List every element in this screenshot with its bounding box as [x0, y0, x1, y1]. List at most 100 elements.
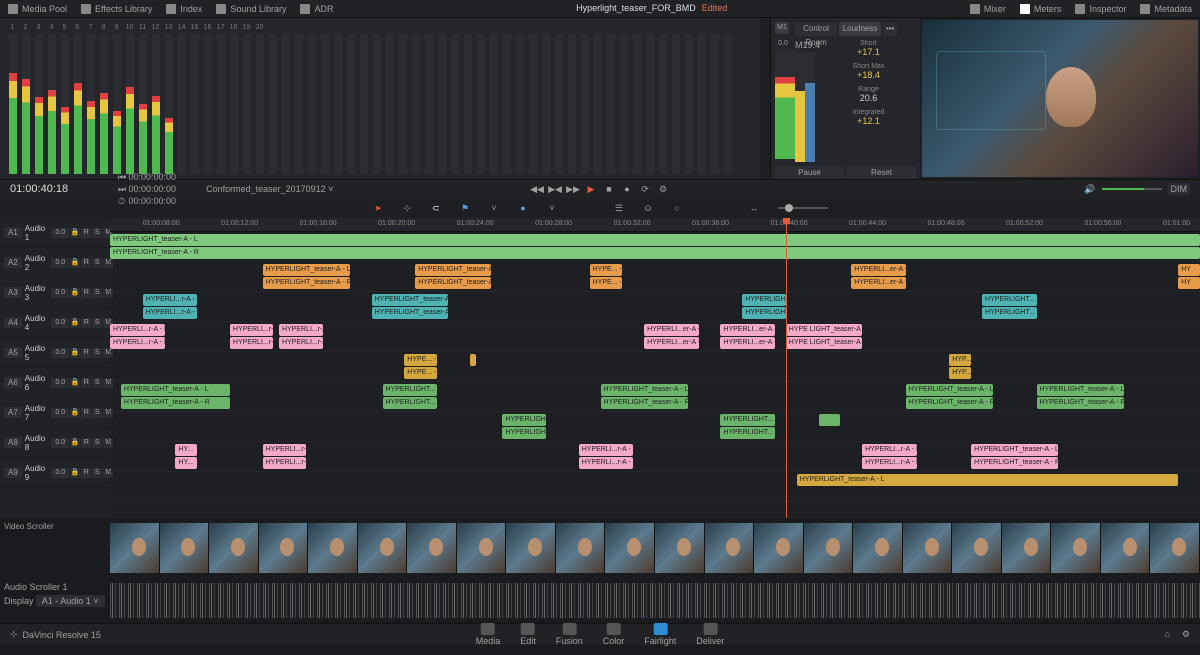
rec-btn[interactable]: R	[81, 258, 91, 268]
video-thumb[interactable]	[605, 523, 655, 573]
bus-meter[interactable]	[359, 24, 368, 174]
audio-clip[interactable]: HYPERLIGHT...	[383, 384, 438, 396]
volume-slider[interactable]	[1102, 188, 1162, 190]
rec-btn[interactable]: R	[81, 468, 91, 478]
audio-clip[interactable]: HYPERLIGHT...	[502, 414, 546, 426]
audio-waveform[interactable]	[110, 583, 1200, 618]
bus-meter[interactable]	[476, 24, 485, 174]
playhead-marker[interactable]	[783, 218, 790, 224]
track-header[interactable]: A3Audio 3 0.0 🔒 R S M	[0, 278, 110, 308]
video-thumb[interactable]	[457, 523, 507, 573]
bus-meter[interactable]	[307, 24, 316, 174]
effects-lib-btn[interactable]: Effects Library	[81, 4, 152, 14]
track-header[interactable]: A9Audio 9 0.0 🔒 R S M	[0, 458, 110, 488]
loudness-tab[interactable]: Loudness	[839, 22, 881, 36]
bus-meter[interactable]: 19	[242, 24, 251, 174]
audio-clip[interactable]: HYPERLIGHT_teaser-A - L	[797, 474, 1179, 486]
metadata-btn[interactable]: Metadata	[1140, 4, 1192, 14]
bus-meter[interactable]	[632, 24, 641, 174]
video-thumb[interactable]	[209, 523, 259, 573]
flag-btn[interactable]: ⚑	[460, 203, 471, 214]
bus-meter[interactable]: 16	[203, 24, 212, 174]
bus-meter[interactable]	[489, 24, 498, 174]
audio-clip[interactable]: HYPERLIGHT...	[742, 294, 786, 306]
audio-clip[interactable]: HYPERLIGHT...	[720, 427, 775, 439]
audio-clip[interactable]: HY	[1178, 277, 1200, 289]
lock-icon[interactable]: 🔒	[70, 408, 80, 418]
stop-btn[interactable]: ■	[604, 184, 614, 194]
bus-meter[interactable]	[424, 24, 433, 174]
track-row[interactable]: HY...HY...HYPERLI...r-A - LHYPERLI...r-A…	[110, 442, 1200, 472]
speaker-icon[interactable]: 🔊	[1084, 184, 1095, 195]
bus-meter[interactable]	[463, 24, 472, 174]
bus-meter[interactable]	[346, 24, 355, 174]
bus-meter[interactable]: 20	[255, 24, 264, 174]
audio-clip[interactable]	[470, 354, 476, 366]
audio-clip[interactable]: HYPERLIGHT_teaser-A - L	[415, 264, 491, 276]
track-header[interactable]: A7Audio 7 0.0 🔒 R S M	[0, 398, 110, 428]
audio-clip[interactable]: HYPERLI...r-A - R	[579, 457, 634, 469]
app-logo[interactable]: ⊹DaVinci Resolve 15	[10, 629, 101, 640]
bus-meter[interactable]	[268, 24, 277, 174]
audio-clip[interactable]: HY	[1178, 264, 1200, 276]
bus-meter[interactable]	[710, 24, 719, 174]
rec-btn[interactable]: R	[81, 408, 91, 418]
track-row[interactable]: HYPERLIGHT_teaser-A - L HYPERLIGHT_teaser…	[110, 382, 1200, 412]
video-thumb[interactable]	[1051, 523, 1101, 573]
lock-icon[interactable]: 🔒	[70, 288, 80, 298]
page-deliver[interactable]: Deliver	[696, 623, 724, 646]
audio-clip[interactable]: HYPERLI...er-A - R	[851, 277, 906, 289]
db-field[interactable]: 0.0	[51, 228, 69, 238]
bus-meter[interactable]	[671, 24, 680, 174]
video-filmstrip[interactable]	[110, 523, 1200, 573]
audio-clip[interactable]: HYPERLI...r-A - L	[279, 324, 323, 336]
track-header[interactable]: A6Audio 6 0.0 🔒 R S M	[0, 368, 110, 398]
solo-btn[interactable]: S	[92, 468, 102, 478]
view-btn[interactable]: ☰	[614, 203, 625, 214]
audio-clip[interactable]: HYPERLI...r-A - L	[143, 294, 198, 306]
audio-clip[interactable]: HYPE LIGHT_teaser-A - R	[786, 337, 862, 349]
bus-meter[interactable]	[515, 24, 524, 174]
bus-meter[interactable]	[658, 24, 667, 174]
db-field[interactable]: 0.0	[51, 408, 69, 418]
rec-btn[interactable]: R	[81, 378, 91, 388]
solo-btn[interactable]: S	[92, 378, 102, 388]
bus-meter[interactable]: 7	[86, 24, 95, 174]
next-btn[interactable]: ▶▶	[568, 184, 578, 194]
audio-clip[interactable]: HYPERLIGHT...	[720, 414, 775, 426]
bus-meter[interactable]	[385, 24, 394, 174]
video-thumb[interactable]	[1150, 523, 1200, 573]
bus-meter[interactable]	[619, 24, 628, 174]
audio-clip[interactable]: HYPERLI...er-A - R	[720, 337, 775, 349]
audio-clip[interactable]: HYPE LIGHT_teaser-A - L	[786, 324, 862, 336]
page-edit[interactable]: Edit	[520, 623, 536, 646]
video-thumb[interactable]	[1002, 523, 1052, 573]
audio-clip[interactable]: HYPERLIGHT_teaser-A - R	[971, 457, 1058, 469]
video-thumb[interactable]	[358, 523, 408, 573]
db-field[interactable]: 0.0	[51, 348, 69, 358]
bus-meter[interactable]: 18	[229, 24, 238, 174]
lock-icon[interactable]: 🔒	[70, 348, 80, 358]
bus-meter[interactable]	[411, 24, 420, 174]
prev-btn[interactable]: ▶◀	[550, 184, 560, 194]
audio-clip[interactable]: HYP...L	[949, 354, 971, 366]
bus-meter[interactable]	[580, 24, 589, 174]
audio-clip[interactable]: HYPERLI...r-A - L	[862, 444, 917, 456]
video-thumb[interactable]	[407, 523, 457, 573]
audio-clip[interactable]: HYPERLIGHT_teaser-A - L	[906, 384, 993, 396]
db-field[interactable]: 0.0	[51, 318, 69, 328]
bus-meter[interactable]	[528, 24, 537, 174]
bus-meter[interactable]	[320, 24, 329, 174]
audio-clip[interactable]: HYPERLIGHT...	[383, 397, 438, 409]
audio-clip[interactable]: HYPERLIGHT_teaser-A - R	[263, 277, 350, 289]
track-row[interactable]: HYPE... - LHYPE... - RHYP...LHYP...R	[110, 352, 1200, 382]
audio-clip[interactable]: HYPERLIGHT_teaser-A - L	[121, 384, 230, 396]
bus-meter[interactable]	[723, 24, 732, 174]
video-thumb[interactable]	[110, 523, 160, 573]
rec-btn[interactable]: R	[81, 348, 91, 358]
bus-meter[interactable]	[437, 24, 446, 174]
bus-meter[interactable]: 4	[47, 24, 56, 174]
index-btn[interactable]: Index	[166, 4, 202, 14]
video-thumb[interactable]	[952, 523, 1002, 573]
bus-meter[interactable]	[502, 24, 511, 174]
